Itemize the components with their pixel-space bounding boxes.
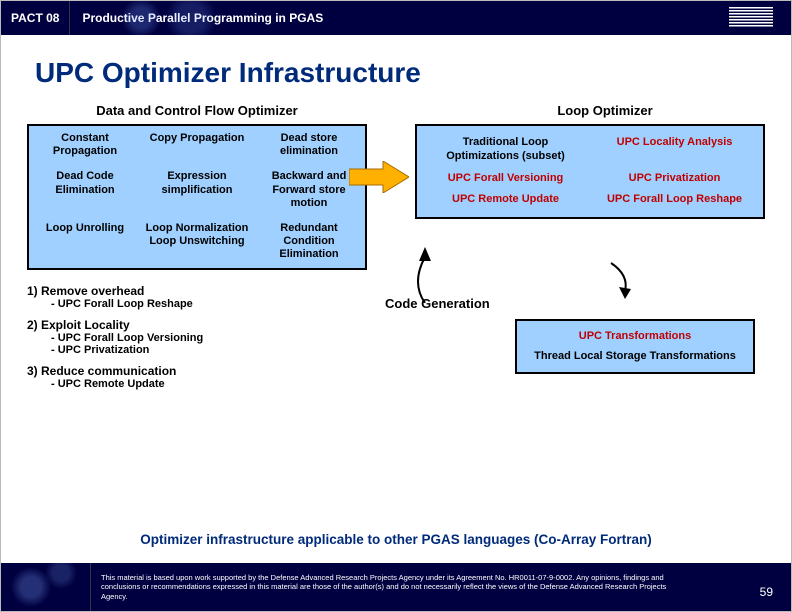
codegen-line: Thread Local Storage Transformations (527, 349, 743, 363)
loop-cell: UPC Remote Update (431, 193, 580, 207)
footer-bar: This material is based upon work support… (1, 563, 791, 611)
step-heading: 2) Exploit Locality (27, 318, 367, 332)
loop-heading: Loop Optimizer (445, 103, 765, 118)
dataflow-heading: Data and Control Flow Optimizer (27, 103, 367, 118)
slide-title: UPC Optimizer Infrastructure (35, 57, 791, 89)
dataflow-cell: Copy Propagation (141, 126, 253, 164)
codegen-box: UPC Transformations Thread Local Storage… (515, 319, 755, 374)
step-sub: - UPC Remote Update (51, 378, 367, 390)
header-title: Productive Parallel Programming in PGAS (70, 11, 335, 25)
codegen-line: UPC Transformations (527, 329, 743, 343)
dataflow-cell: Dead store elimination (253, 126, 365, 164)
step-sub: - UPC Forall Loop Reshape (51, 298, 367, 310)
dataflow-cell: Constant Propagation (29, 126, 141, 164)
header-bar: PACT 08 Productive Parallel Programming … (1, 1, 791, 35)
dataflow-cell: Loop Normalization Loop Unswitching (141, 216, 253, 268)
step-heading: 3) Reduce communication (27, 364, 367, 378)
loop-cell: UPC Forall Loop Reshape (600, 193, 749, 207)
loop-box: Traditional Loop Optimizations (subset) … (415, 124, 765, 219)
page-number: 59 (760, 585, 773, 599)
arrow-down-right-icon (605, 261, 635, 301)
steps-list: 1) Remove overhead - UPC Forall Loop Res… (27, 284, 367, 390)
dataflow-box: Constant Propagation Copy Propagation De… (27, 124, 367, 270)
footer-disclaimer: This material is based upon work support… (91, 569, 691, 605)
loop-cell: UPC Privatization (600, 172, 749, 186)
codegen-label: Code Generation (385, 296, 490, 311)
loop-cell: UPC Forall Versioning (431, 172, 580, 186)
loop-cell: Traditional Loop Optimizations (subset) (431, 136, 580, 164)
footer-decoration (1, 563, 91, 611)
dataflow-cell: Redundant Condition Elimination (253, 216, 365, 268)
dataflow-cell: Dead Code Elimination (29, 164, 141, 216)
dataflow-cell: Expression simplification (141, 164, 253, 216)
header-tag: PACT 08 (1, 1, 70, 35)
arrow-right-icon (349, 161, 409, 193)
arrow-curve-up-icon (405, 243, 445, 303)
ibm-logo-icon (729, 7, 773, 30)
step-sub: - UPC Privatization (51, 344, 367, 356)
bottom-note: Optimizer infrastructure applicable to o… (1, 532, 791, 547)
step-sub: - UPC Forall Loop Versioning (51, 332, 367, 344)
step-heading: 1) Remove overhead (27, 284, 367, 298)
dataflow-cell: Loop Unrolling (29, 216, 141, 268)
loop-cell: UPC Locality Analysis (600, 136, 749, 164)
